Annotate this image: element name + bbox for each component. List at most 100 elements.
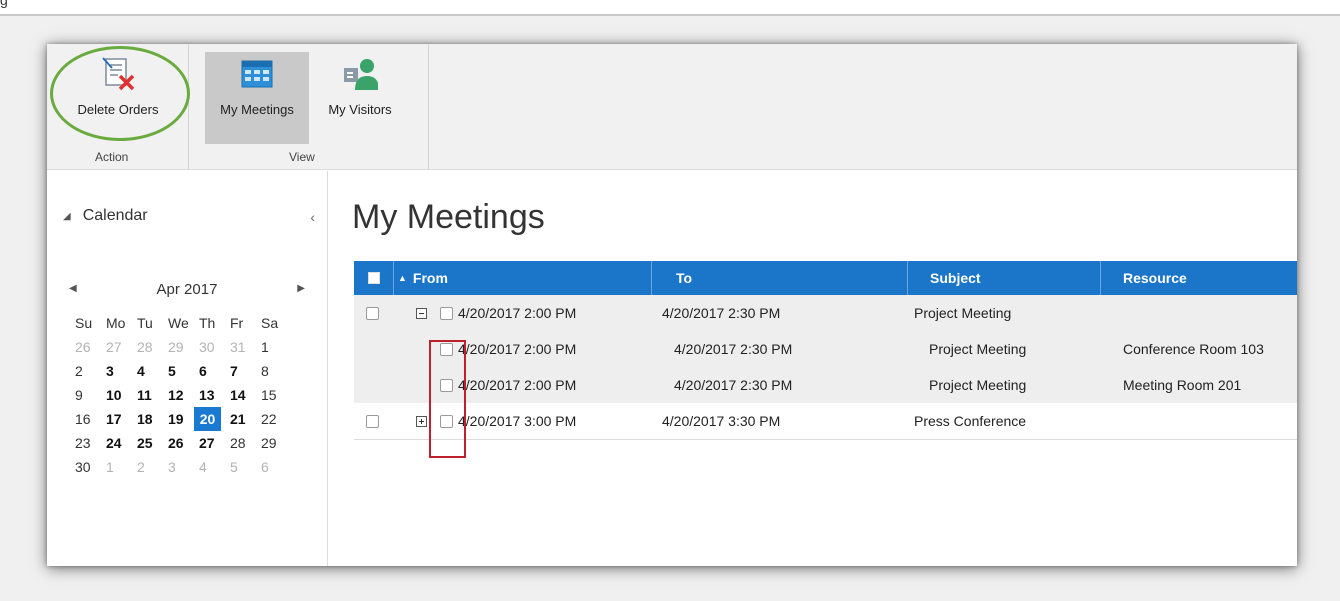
calendar-day[interactable]: 2 [73, 359, 104, 383]
calendar-day[interactable]: 14 [228, 383, 259, 407]
month-title: Apr 2017 [156, 281, 218, 298]
calendar-panel: ◢ Calendar ‹ ◀ Apr 2017 ▶ Su Mo Tu We Th Fr Sa… [47, 171, 328, 566]
collapse-icon[interactable] [416, 307, 427, 319]
page-title: My Meetings [352, 198, 545, 236]
calendar-day[interactable]: 12 [166, 383, 197, 407]
calendar-day[interactable]: 1 [104, 455, 135, 479]
delete-orders-button[interactable]: Delete Orders [59, 52, 177, 144]
day-of-week-label: Mo [106, 315, 126, 331]
next-month-icon[interactable]: ▶ [297, 283, 305, 294]
delete-orders-icon [102, 57, 135, 91]
calendar-day[interactable]: 15 [259, 383, 290, 407]
calendar-day[interactable]: 7 [228, 359, 259, 383]
column-header-from-label: From [412, 270, 448, 286]
calendar-day[interactable]: 24 [104, 431, 135, 455]
my-meetings-button[interactable]: My Meetings [205, 52, 309, 144]
sort-ascending-icon: ▲ [398, 273, 407, 283]
calendar-day[interactable]: 18 [135, 407, 166, 431]
clipped-text: g [0, 0, 8, 8]
grid-header: ▲ From To Subject Resource [354, 261, 1297, 295]
collapse-triangle-icon[interactable]: ◢ [63, 211, 71, 222]
calendar-day[interactable]: 25 [135, 431, 166, 455]
calendar-day[interactable]: 31 [228, 335, 259, 359]
calendar-grid: Su Mo Tu We Th Fr Sa 26 27 28 29 30 31 1 2 3 4 5 6 7 8 9 10 11 1… [73, 311, 290, 479]
column-header-to-label: To [676, 270, 693, 286]
table-row[interactable]: 4/20/2017 2:00 PM 4/20/2017 2:30 PM Proj… [354, 367, 1297, 403]
calendar-day[interactable]: 4 [135, 359, 166, 383]
select-all-checkbox[interactable] [367, 272, 380, 284]
panel-collapse-icon[interactable]: ‹ [310, 209, 315, 225]
calendar-day[interactable]: 26 [166, 431, 197, 455]
calendar-day[interactable]: 6 [259, 455, 290, 479]
cell-from: 4/20/2017 2:00 PM [458, 305, 577, 321]
calendar-day[interactable]: 2 [135, 455, 166, 479]
calendar-day[interactable]: 28 [135, 335, 166, 359]
ribbon-group-action: Delete Orders Action [47, 44, 190, 170]
table-row[interactable]: 4/20/2017 3:00 PM 4/20/2017 3:30 PM Pres… [354, 403, 1297, 439]
calendar-day[interactable]: 6 [197, 359, 228, 383]
calendar-day[interactable]: 1 [259, 335, 290, 359]
calendar-day[interactable]: 5 [166, 359, 197, 383]
my-visitors-label: My Visitors [328, 102, 392, 117]
calendar-day[interactable]: 13 [197, 383, 228, 407]
day-of-week-label: Th [199, 315, 216, 331]
calendar-day[interactable]: 26 [73, 335, 104, 359]
day-of-week-label: Sa [261, 315, 279, 331]
selected-date[interactable]: 20 [194, 407, 221, 431]
calendar-header[interactable]: ◢ Calendar [63, 207, 148, 225]
cell-to: 4/20/2017 3:30 PM [662, 413, 781, 429]
my-visitors-button[interactable]: My Visitors [315, 52, 405, 144]
ribbon-group-view: My Meetings My Visitors View [189, 44, 429, 170]
calendar-day[interactable]: 16 [73, 407, 104, 431]
calendar-day[interactable]: 30 [73, 455, 104, 479]
visitors-icon [344, 59, 378, 90]
cell-from: 4/20/2017 2:00 PM [458, 341, 577, 357]
cell-to: 4/20/2017 2:30 PM [674, 341, 793, 357]
row-checkbox[interactable] [440, 306, 453, 320]
column-header-from[interactable]: ▲ From [394, 261, 652, 295]
calendar-day[interactable]: 11 [135, 383, 166, 407]
calendar-day[interactable]: 3 [166, 455, 197, 479]
calendar-grid-icon [241, 60, 273, 88]
row-checkbox[interactable] [366, 306, 379, 320]
calendar-day[interactable]: 17 [104, 407, 135, 431]
day-of-week-label: Su [75, 315, 93, 331]
calendar-day[interactable]: 8 [259, 359, 290, 383]
header-select-all[interactable] [354, 261, 394, 295]
expand-icon[interactable] [416, 415, 427, 427]
cell-resource: Conference Room 103 [1123, 341, 1264, 357]
cell-to: 4/20/2017 2:30 PM [662, 305, 781, 321]
column-header-resource[interactable]: Resource [1101, 261, 1297, 295]
calendar-day[interactable]: 9 [73, 383, 104, 407]
table-row[interactable]: 4/20/2017 2:00 PM 4/20/2017 2:30 PM Proj… [354, 331, 1297, 367]
app-window: Delete Orders Action My Meetings My Visi… [47, 44, 1297, 566]
calendar-day[interactable]: 30 [197, 335, 228, 359]
cell-to: 4/20/2017 2:30 PM [674, 377, 793, 393]
column-header-subject[interactable]: Subject [908, 261, 1101, 295]
table-row[interactable]: 4/20/2017 2:00 PM 4/20/2017 2:30 PM Proj… [354, 295, 1297, 331]
calendar-day[interactable]: 28 [228, 431, 259, 455]
row-checkbox[interactable] [440, 414, 453, 428]
cell-resource: Meeting Room 201 [1123, 377, 1242, 393]
day-of-week-label: We [168, 315, 189, 331]
calendar-day[interactable]: 5 [228, 455, 259, 479]
column-header-to[interactable]: To [652, 261, 908, 295]
calendar-day[interactable]: 23 [73, 431, 104, 455]
top-strip: g [0, 0, 1340, 16]
calendar-day[interactable]: 19 [166, 407, 197, 431]
calendar-day[interactable]: 22 [259, 407, 290, 431]
calendar-day[interactable]: 29 [166, 335, 197, 359]
calendar-day[interactable]: 27 [104, 335, 135, 359]
column-header-subject-label: Subject [930, 270, 981, 286]
calendar-day[interactable]: 21 [228, 407, 259, 431]
row-checkbox[interactable] [440, 342, 453, 356]
row-checkbox[interactable] [440, 378, 453, 392]
calendar-day[interactable]: 3 [104, 359, 135, 383]
calendar-day[interactable]: 29 [259, 431, 290, 455]
cell-subject: Project Meeting [929, 377, 1027, 393]
row-checkbox[interactable] [366, 414, 379, 428]
calendar-day[interactable]: 4 [197, 455, 228, 479]
calendar-day[interactable]: 10 [104, 383, 135, 407]
main-content: My Meetings ▲ From To Subject Resource 4… [329, 171, 1297, 566]
calendar-day[interactable]: 27 [197, 431, 228, 455]
